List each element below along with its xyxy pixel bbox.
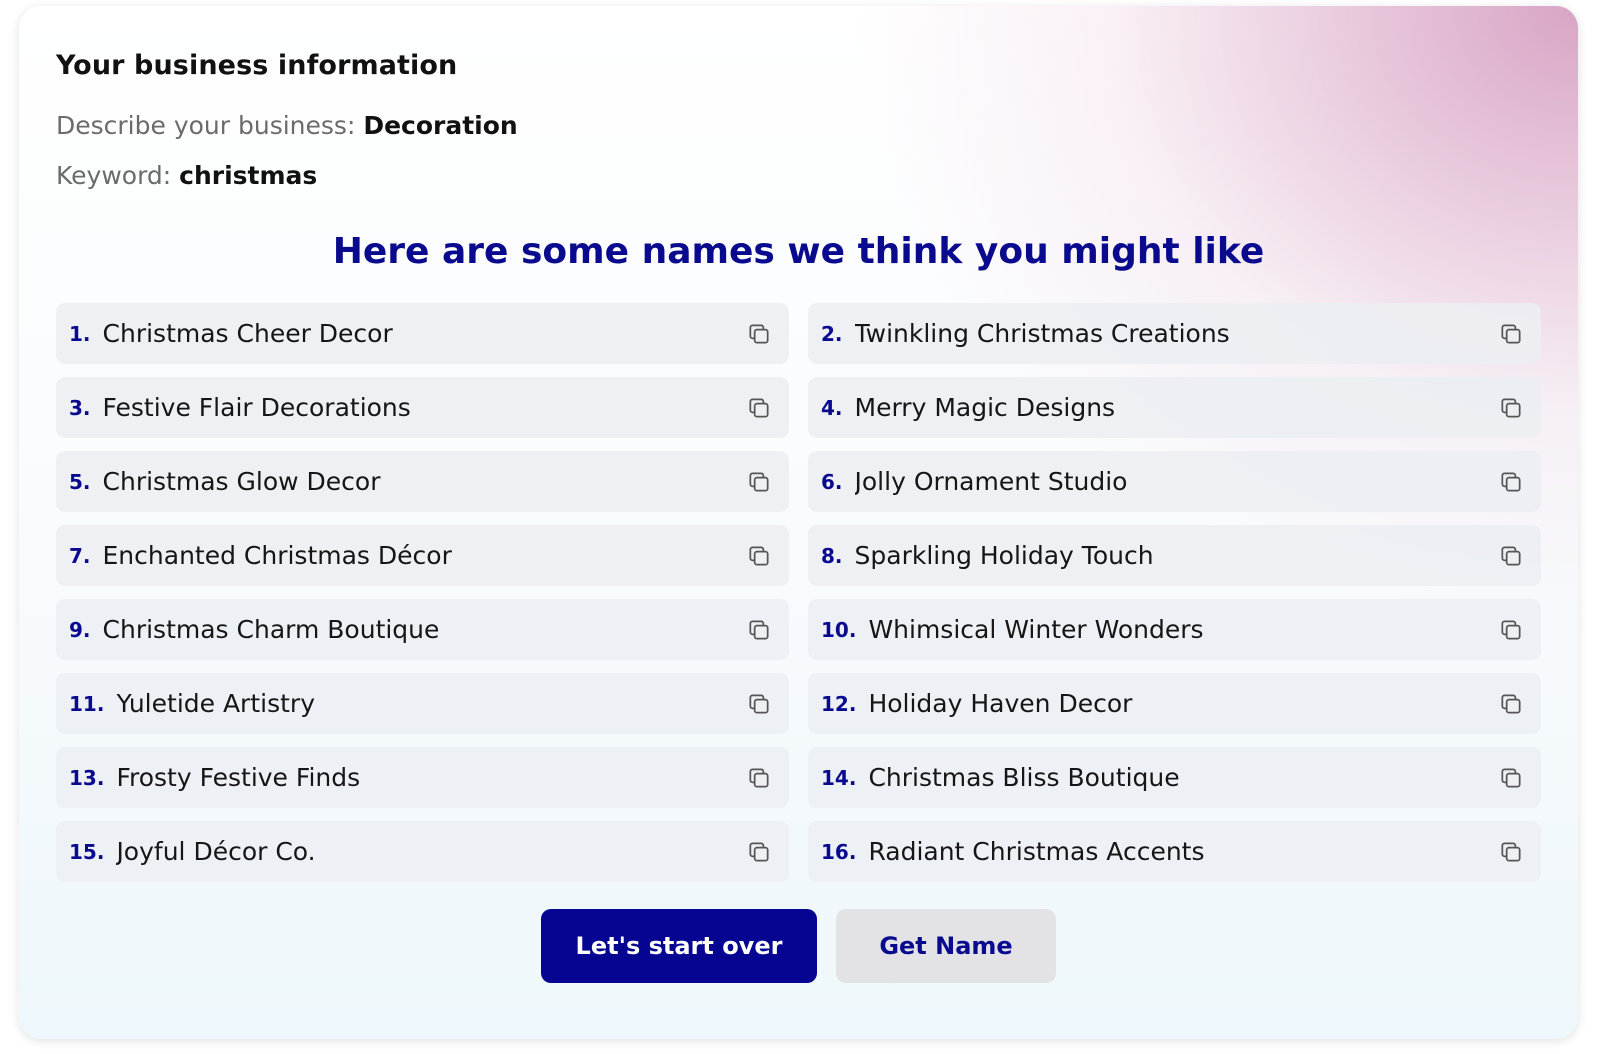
copy-icon[interactable] <box>744 541 774 571</box>
name-suggestion-item: 5. Christmas Glow Decor <box>56 451 789 512</box>
name-suggestion-number: 12. <box>821 691 857 716</box>
copy-icon[interactable] <box>1496 467 1526 497</box>
name-suggestion-item: 11. Yuletide Artistry <box>56 673 789 734</box>
name-suggestion-number: 14. <box>821 765 857 790</box>
name-suggestion-text: Christmas Glow Decor <box>102 467 381 496</box>
name-suggestion-number: 15. <box>69 839 105 864</box>
name-suggestion-item: 8. Sparkling Holiday Touch <box>808 525 1541 586</box>
name-suggestion-item: 4. Merry Magic Designs <box>808 377 1541 438</box>
copy-icon[interactable] <box>1496 763 1526 793</box>
copy-icon[interactable] <box>744 763 774 793</box>
name-suggestion-text: Twinkling Christmas Creations <box>854 319 1230 348</box>
keyword-label: Keyword: <box>56 161 172 190</box>
business-description-label: Describe your business: <box>56 111 356 140</box>
name-suggestion-text: Christmas Bliss Boutique <box>868 763 1180 792</box>
copy-icon[interactable] <box>744 615 774 645</box>
name-suggestion-text: Christmas Cheer Decor <box>102 319 393 348</box>
name-suggestion-item: 9. Christmas Charm Boutique <box>56 599 789 660</box>
copy-icon[interactable] <box>744 837 774 867</box>
name-suggestion-item: 7. Enchanted Christmas Décor <box>56 525 789 586</box>
name-suggestion-item: 15. Joyful Décor Co. <box>56 821 789 882</box>
name-suggestion-text: Joyful Décor Co. <box>116 837 316 866</box>
name-suggestion-text: Enchanted Christmas Décor <box>102 541 452 570</box>
business-description-value: Decoration <box>363 111 518 140</box>
name-suggestion-text: Holiday Haven Decor <box>868 689 1133 718</box>
copy-icon[interactable] <box>744 467 774 497</box>
name-suggestion-number: 5. <box>69 469 91 494</box>
copy-icon[interactable] <box>744 689 774 719</box>
business-description-line: Describe your business: Decoration <box>56 111 518 140</box>
name-suggestion-text: Jolly Ornament Studio <box>854 467 1128 496</box>
name-suggestion-text: Merry Magic Designs <box>854 393 1116 422</box>
name-suggestion-number: 3. <box>69 395 91 420</box>
name-suggestion-item: 6. Jolly Ornament Studio <box>808 451 1541 512</box>
name-suggestion-text: Yuletide Artistry <box>116 689 315 718</box>
start-over-button[interactable]: Let's start over <box>541 909 817 983</box>
name-suggestion-number: 13. <box>69 765 105 790</box>
copy-icon[interactable] <box>744 393 774 423</box>
name-suggestion-number: 16. <box>821 839 857 864</box>
results-card: Your business information Describe your … <box>19 6 1578 1039</box>
name-suggestion-text: Frosty Festive Finds <box>116 763 361 792</box>
name-suggestion-item: 12. Holiday Haven Decor <box>808 673 1541 734</box>
name-suggestion-item: 2. Twinkling Christmas Creations <box>808 303 1541 364</box>
business-info-title: Your business information <box>56 50 458 81</box>
suggestions-headline: Here are some names we think you might l… <box>332 231 1265 272</box>
get-name-button[interactable]: Get Name <box>836 909 1056 983</box>
copy-icon[interactable] <box>1496 615 1526 645</box>
name-suggestion-item: 3. Festive Flair Decorations <box>56 377 789 438</box>
name-suggestion-item: 13. Frosty Festive Finds <box>56 747 789 808</box>
name-suggestion-text: Sparkling Holiday Touch <box>854 541 1154 570</box>
copy-icon[interactable] <box>1496 393 1526 423</box>
name-suggestion-text: Whimsical Winter Wonders <box>868 615 1204 644</box>
keyword-line: Keyword: christmas <box>56 161 317 190</box>
name-suggestion-item: 1. Christmas Cheer Decor <box>56 303 789 364</box>
name-suggestion-number: 7. <box>69 543 91 568</box>
name-suggestion-number: 8. <box>821 543 843 568</box>
name-suggestion-text: Festive Flair Decorations <box>102 393 411 422</box>
name-suggestion-text: Christmas Charm Boutique <box>102 615 440 644</box>
name-suggestion-number: 2. <box>821 321 843 346</box>
name-suggestion-number: 1. <box>69 321 91 346</box>
name-suggestion-item: 16. Radiant Christmas Accents <box>808 821 1541 882</box>
copy-icon[interactable] <box>1496 541 1526 571</box>
copy-icon[interactable] <box>1496 319 1526 349</box>
name-suggestion-number: 11. <box>69 691 105 716</box>
name-suggestion-item: 10. Whimsical Winter Wonders <box>808 599 1541 660</box>
copy-icon[interactable] <box>1496 689 1526 719</box>
name-suggestions-list: 1. Christmas Cheer Decor 2. Twinkling Chris… <box>56 303 1547 882</box>
copy-icon[interactable] <box>744 319 774 349</box>
copy-icon[interactable] <box>1496 837 1526 867</box>
name-suggestion-number: 6. <box>821 469 843 494</box>
name-suggestion-number: 4. <box>821 395 843 420</box>
name-suggestion-number: 10. <box>821 617 857 642</box>
keyword-value: christmas <box>179 161 318 190</box>
action-buttons: Let's start over Get Name <box>19 909 1578 983</box>
name-suggestion-item: 14. Christmas Bliss Boutique <box>808 747 1541 808</box>
name-suggestion-number: 9. <box>69 617 91 642</box>
name-suggestion-text: Radiant Christmas Accents <box>868 837 1205 866</box>
